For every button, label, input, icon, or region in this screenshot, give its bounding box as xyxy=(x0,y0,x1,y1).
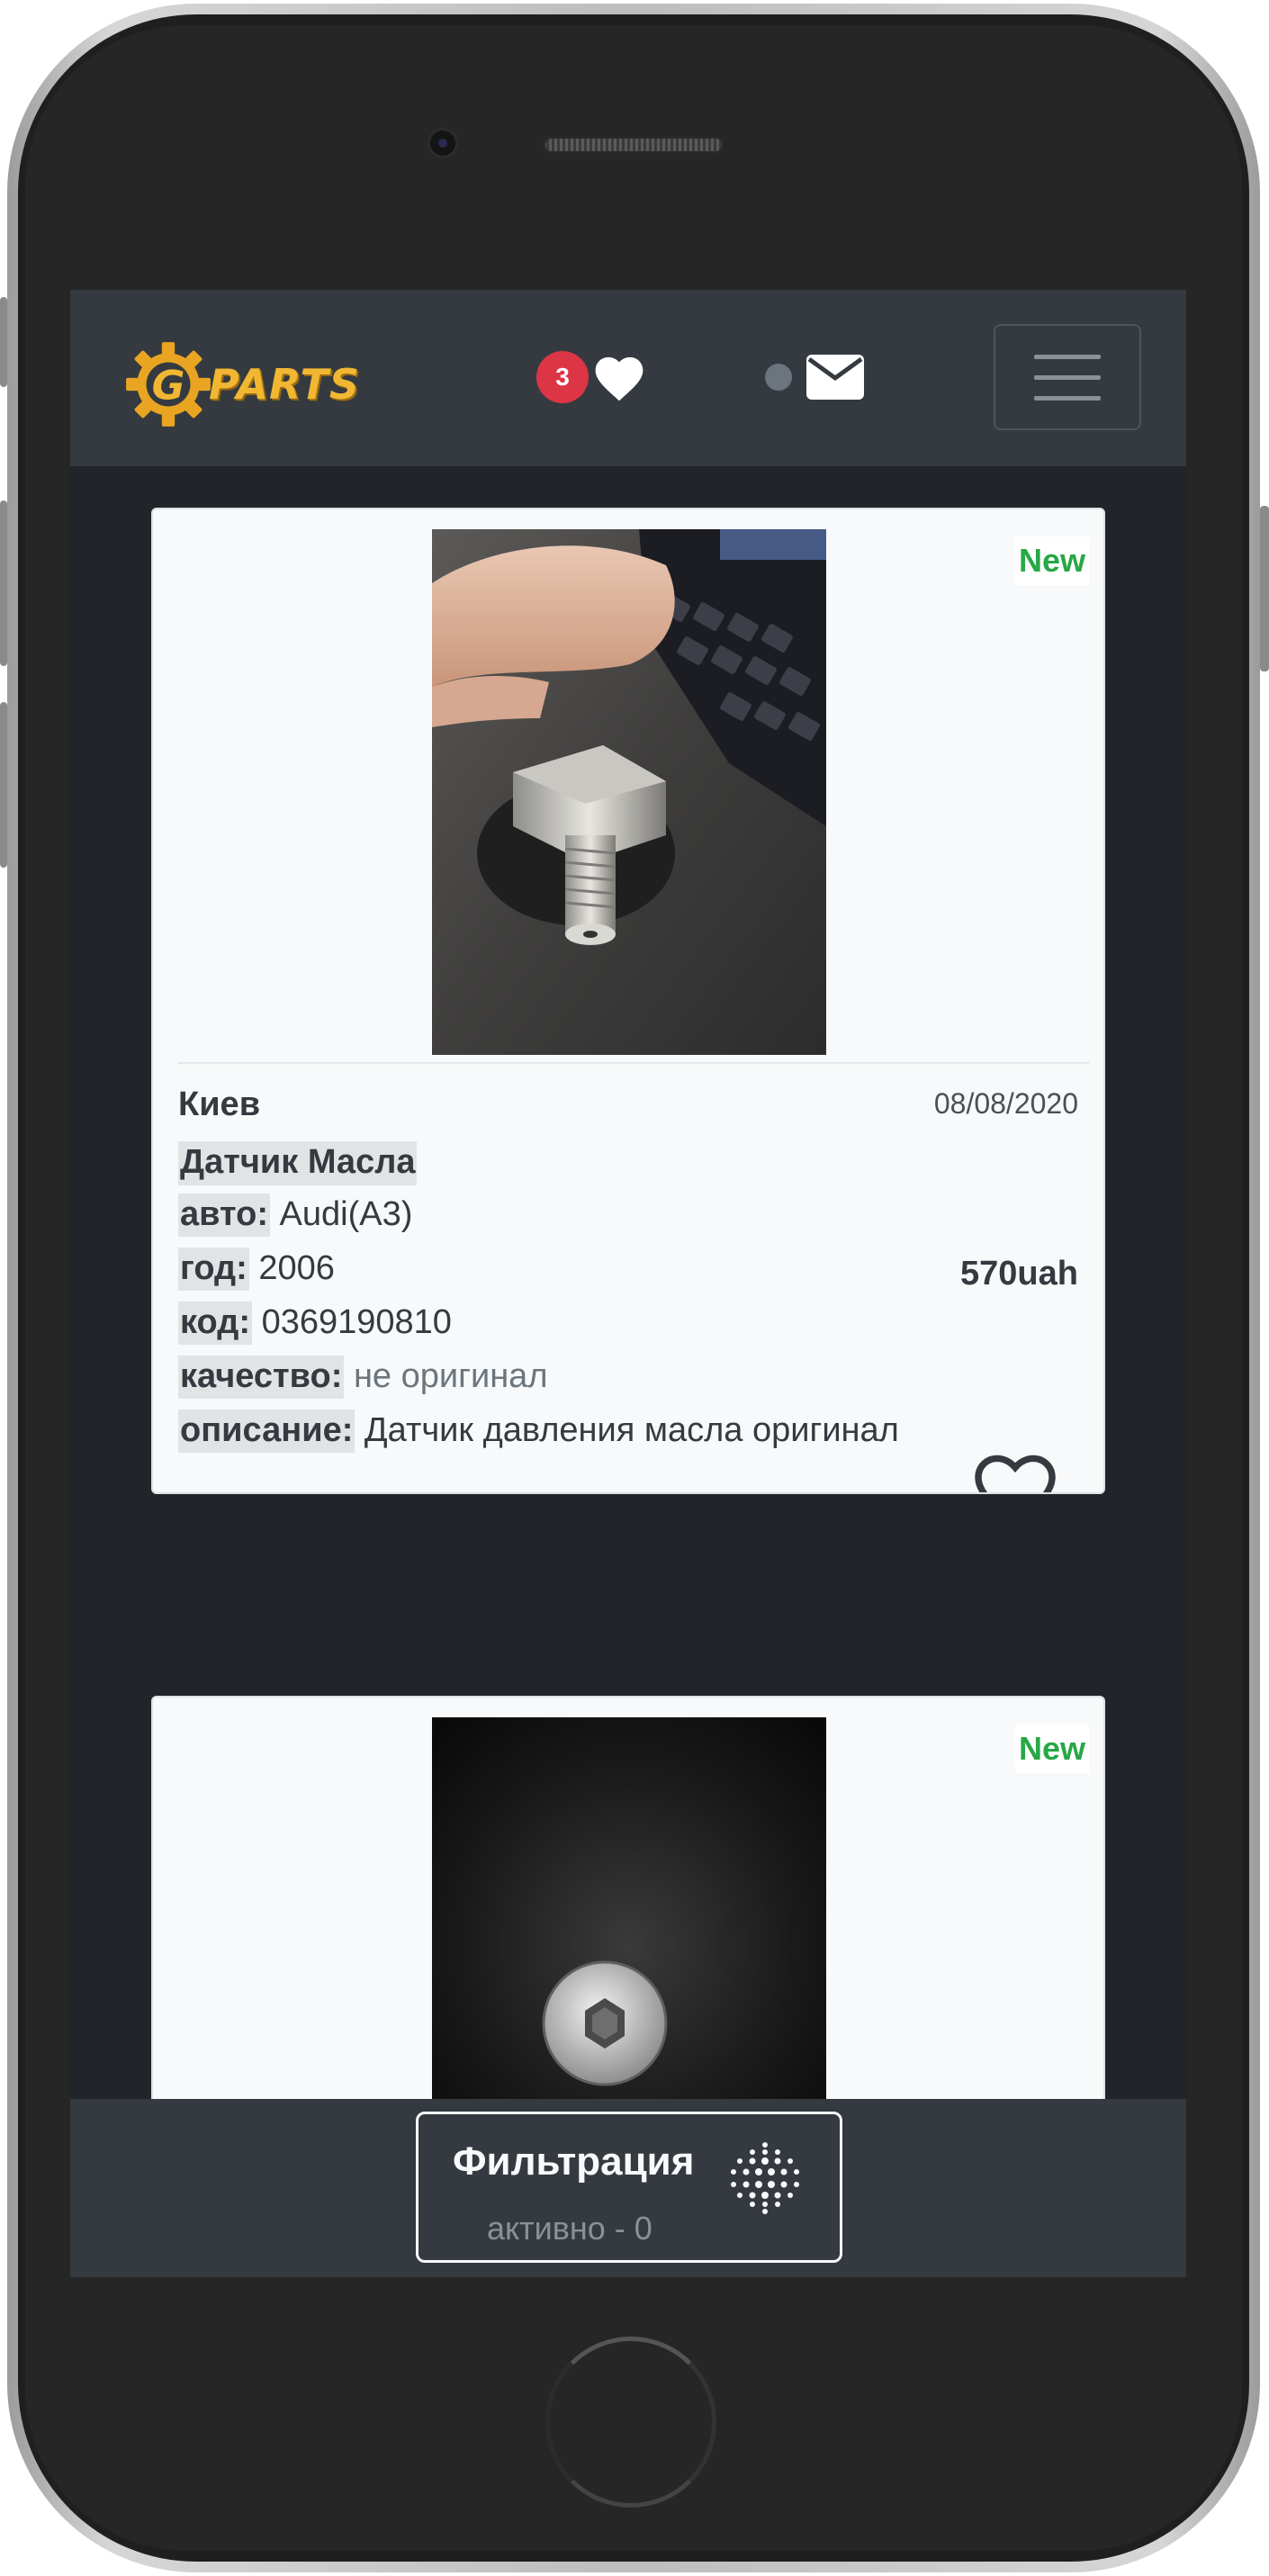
power-button xyxy=(1260,506,1269,671)
quality-row: качество: не оригинал xyxy=(178,1356,548,1399)
listing-city: Киев xyxy=(178,1085,261,1123)
code-label: код: xyxy=(178,1302,253,1345)
car-label: авто: xyxy=(178,1193,270,1237)
volume-up-button xyxy=(0,500,7,666)
hamburger-menu-button[interactable] xyxy=(994,324,1141,430)
filter-title: Фильтрация xyxy=(453,2139,695,2184)
earpiece-speaker xyxy=(544,137,724,153)
messages-link[interactable] xyxy=(765,355,864,400)
quality-label: качество: xyxy=(178,1356,345,1399)
home-button[interactable] xyxy=(545,2337,716,2508)
year-value: 2006 xyxy=(258,1249,335,1287)
code-value: 0369190810 xyxy=(261,1303,452,1341)
dots-grid-icon xyxy=(731,2142,799,2214)
filter-button[interactable]: Фильтрация активно - 0 xyxy=(416,2112,842,2263)
description-label: описание: xyxy=(178,1410,356,1453)
car-row: авто: Audi(A3) xyxy=(178,1193,413,1237)
new-status-label: New xyxy=(1014,536,1089,585)
navbar: G PARTS 3 xyxy=(70,290,1186,466)
listing-price: 570uah xyxy=(960,1255,1078,1293)
logo-letter: G xyxy=(152,361,185,409)
description-value: Датчик давления масла оригинал xyxy=(364,1411,899,1449)
filter-active-count: активно - 0 xyxy=(487,2210,652,2247)
add-to-favorites-heart-icon[interactable] xyxy=(967,1446,1064,1494)
description-row: описание: Датчик давления масла оригинал xyxy=(178,1410,899,1453)
front-camera xyxy=(430,131,455,156)
listing-card[interactable]: New Киев 08/08/2020 Датчик Масла авто: A… xyxy=(151,508,1105,1494)
quality-value: не оригинал xyxy=(353,1357,548,1395)
listing-date: 08/08/2020 xyxy=(933,1087,1078,1120)
envelope-icon xyxy=(806,355,864,400)
year-label: год: xyxy=(178,1247,249,1291)
listing-photo[interactable] xyxy=(432,1717,826,2131)
filter-bar: Фильтрация активно - 0 xyxy=(70,2099,1186,2277)
volume-down-button xyxy=(0,702,7,868)
gparts-logo[interactable]: G PARTS xyxy=(122,335,392,434)
heart-icon xyxy=(595,356,644,401)
mute-switch xyxy=(0,297,7,387)
gear-logo-icon: G xyxy=(122,338,214,430)
card-divider xyxy=(178,1062,1089,1064)
logo-text: PARTS xyxy=(209,360,360,409)
favorites-link[interactable]: 3 xyxy=(536,351,648,403)
new-status-label: New xyxy=(1014,1725,1089,1773)
car-value: Audi(A3) xyxy=(279,1195,413,1233)
hamburger-line xyxy=(1034,395,1101,401)
hamburger-line xyxy=(1034,374,1101,380)
favorites-count-badge: 3 xyxy=(536,351,589,403)
year-row: год: 2006 xyxy=(178,1247,335,1291)
app-screen: G PARTS 3 New Киев 08/08/2020 Датчик Мас… xyxy=(70,290,1186,2277)
listing-title[interactable]: Датчик Масла xyxy=(178,1141,418,1185)
hamburger-line xyxy=(1034,354,1101,359)
message-status-dot xyxy=(765,364,792,391)
code-row: код: 0369190810 xyxy=(178,1302,452,1345)
listing-photo[interactable] xyxy=(432,529,826,1055)
